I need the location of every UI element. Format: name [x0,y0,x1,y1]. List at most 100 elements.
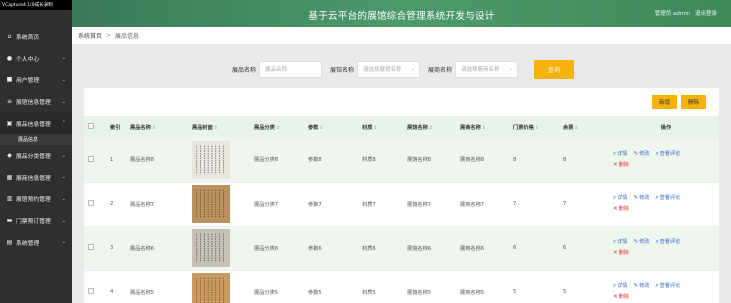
exhibit-cover-image[interactable] [192,272,250,303]
search-icon: ⌕ [655,283,659,289]
sidebar-item-label: 用户管理 [16,78,40,85]
cell-tickets-left: 5 [559,270,609,303]
view-comments-button[interactable]: ⌕查看评论 [655,193,680,204]
view-comments-button[interactable]: ⌕查看评论 [655,237,680,248]
vendor-select[interactable]: 请选择展商名称 ⌄ [455,60,519,78]
edit-button[interactable]: ✎修改 [633,281,649,292]
edit-button[interactable]: ✎修改 [633,237,649,248]
breadcrumb-current: 展品信息 [115,33,140,40]
view-comments-button[interactable]: ⌕查看评论 [655,149,680,160]
col-name[interactable]: 展品名称⇕ [126,116,188,138]
toolbar: 新增 删除 [648,95,706,109]
cell-tickets-left: 8 [559,138,609,183]
row-checkbox[interactable] [84,182,106,227]
cell-category: 展品分类8 [250,138,304,183]
sidebar-item-grid[interactable]: ▦ 展商信息管理 ⌄ [0,167,72,189]
col-param[interactable]: 参数⇕ [304,116,358,138]
cell-name: 展品名称6 [126,226,188,271]
sidebar-item-ticket[interactable]: ▬ 门票预订管理 ⌄ [0,210,72,232]
cell-vendor: 展商名称8 [456,138,509,183]
col-price[interactable]: 门票价格⇕ [509,116,559,138]
sidebar-item-box[interactable]: ▣ 展品信息管理 ⌃ [0,112,72,134]
col-tickets-left[interactable]: 余票⇕ [559,116,609,138]
cell-actions: ⌕详情 ✎修改 ⌕查看评论 ✕删除 [609,138,719,183]
exhibit-cover-image[interactable] [192,140,250,180]
edit-button[interactable]: ✎修改 [633,193,649,204]
table-header: 索引 展品名称⇕ 展品封面⇕ 展品分类⇕ 参数⇕ 材质⇕ 展馆名称⇕ 展商名称⇕… [84,116,719,138]
user-icon: ■ [6,76,13,84]
pencil-icon: ✎ [633,195,639,201]
chevron-icon: ⌄ [61,195,66,202]
logout-link[interactable]: 退出登录 [695,11,717,17]
cell-material: 材质5 [358,270,403,303]
detail-button[interactable]: ⌕详情 [613,149,627,160]
sidebar-item-gear[interactable]: ▤ 系统管理 ⌄ [0,231,72,253]
add-button[interactable]: 新增 [651,95,677,109]
exhibit-cover-image[interactable] [192,228,250,268]
cell-hall: 展馆名称5 [403,270,456,303]
cell-index: 2 [106,182,126,227]
sidebar-subitem-exhibit-info[interactable]: 展品信息 [0,133,72,145]
window-caption: VCapture4.1(9成长录制 [0,0,72,10]
delete-button[interactable]: 删除 [680,95,706,109]
sidebar-item-home[interactable]: ⌂ 系统首页 [0,26,72,48]
select-all-checkbox[interactable] [84,116,106,138]
row-delete-button[interactable]: ✕删除 [613,160,629,171]
search-icon: ⌕ [655,195,659,201]
cell-price: 5 [509,270,559,303]
sidebar-item-label: 展品信息管理 [16,121,51,128]
row-delete-button[interactable]: ✕删除 [613,292,629,303]
user-role: 管理员 admin [654,11,691,17]
search-icon: ⌕ [613,239,617,245]
col-material[interactable]: 材质⇕ [358,116,403,138]
edit-button[interactable]: ✎修改 [633,149,649,160]
col-index: 索引 [110,124,121,131]
sidebar-item-user[interactable]: ■ 用户管理 ⌄ [0,69,72,91]
view-comments-button[interactable]: ⌕查看评论 [655,281,680,292]
top-banner: 基于云平台的展馆综合管理系统开发与设计 管理员 admin 退出登录 [72,0,731,27]
cell-tickets-left: 7 [559,182,609,227]
main-content: 展品名称 展品名称 展馆名称 请选择展馆名称 ⌄ 展商名称 请选择展商名称 ⌄ 查询… [72,44,731,303]
col-category[interactable]: 展品分类⇕ [250,116,304,138]
cell-param: 参数8 [304,138,358,183]
col-vendor[interactable]: 展商名称⇕ [456,116,509,138]
cell-hall: 展馆名称8 [403,138,456,183]
cell-name: 展品名称5 [126,270,188,303]
row-checkbox[interactable] [84,270,106,303]
close-icon: ✕ [613,161,618,168]
sidebar: VCapture4.1(9成长录制 ⌂ 系统首页 ● 个人中心 ⌄ ■ 用户管理 ⌄ ≡ 展馆信息… [0,0,72,303]
row-checkbox[interactable] [84,138,106,183]
sidebar-item-person[interactable]: ● 个人中心 ⌄ [0,48,72,70]
exhibit-name-input[interactable]: 展品名称 [259,60,323,78]
cell-cover[interactable] [188,182,250,227]
cell-name: 展品名称7 [126,182,188,227]
sidebar-item-list[interactable]: ≡ 展馆信息管理 ⌄ [0,91,72,113]
col-hall[interactable]: 展馆名称⇕ [403,116,456,138]
cell-material: 材质6 [358,226,403,271]
user-bar: 管理员 admin 退出登录 [652,9,717,17]
row-checkbox[interactable] [84,226,106,271]
pencil-icon: ✎ [633,239,639,245]
cell-cover[interactable] [188,226,250,271]
cell-material: 材质7 [358,182,403,227]
hall-select[interactable]: 请选择展馆名称 ⌄ [357,60,421,78]
row-delete-button[interactable]: ✕删除 [613,204,629,215]
sidebar-item-label: 系统管理 [16,240,40,247]
row-delete-button[interactable]: ✕删除 [613,248,629,259]
detail-button[interactable]: ⌕详情 [613,193,627,204]
sidebar-item-chart[interactable]: ▥ 展馆预约管理 ⌄ [0,188,72,210]
search-button[interactable]: 查询 [534,59,575,79]
cell-hall: 展馆名称6 [403,226,456,271]
sidebar-item-tag[interactable]: ◆ 展品分类管理 ⌄ [0,145,72,167]
exhibit-cover-image[interactable] [192,184,250,224]
detail-button[interactable]: ⌕详情 [613,281,627,292]
cell-cover[interactable] [188,270,250,303]
col-cover[interactable]: 展品封面⇕ [188,116,250,138]
breadcrumb-separator: > [106,32,112,39]
detail-button[interactable]: ⌕详情 [613,237,627,248]
gear-icon: ▤ [6,238,13,246]
vendor-select-placeholder: 请选择展商名称 [461,67,500,73]
cell-cover[interactable] [188,138,250,183]
breadcrumb-home[interactable]: 系统首页 [78,31,102,40]
home-icon: ⌂ [7,33,12,41]
